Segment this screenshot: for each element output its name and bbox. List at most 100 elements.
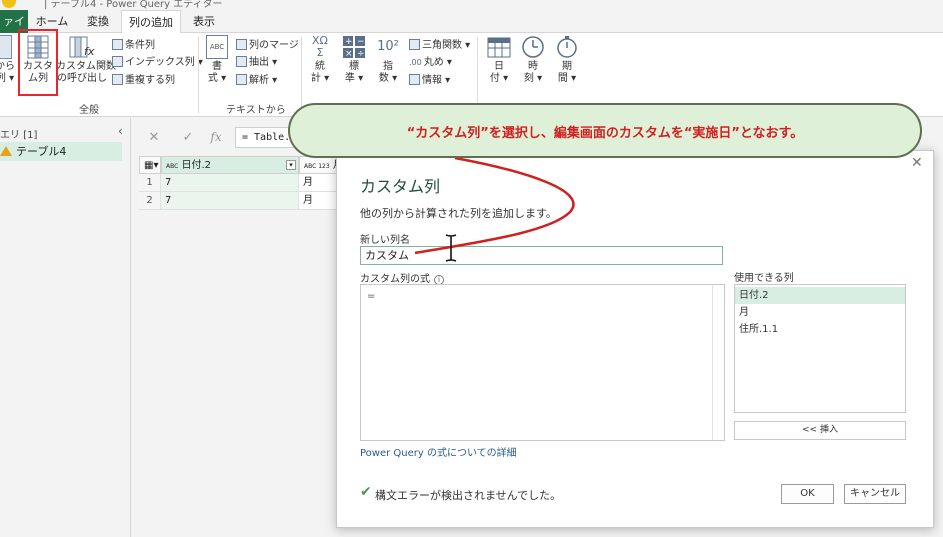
index-column-button[interactable]: インデックス列 ▾ bbox=[112, 55, 203, 70]
window-title: | テーブル4 - Power Query エディター bbox=[44, 0, 223, 10]
information-label: 情報 ▾ bbox=[422, 75, 451, 86]
parse-button[interactable]: 解析 ▾ bbox=[236, 73, 277, 88]
new-column-name-label: 新しい列名 bbox=[360, 235, 410, 246]
rounding-icon: .00 bbox=[409, 58, 422, 67]
rounding-button[interactable]: .00 丸め ▾ bbox=[409, 55, 452, 70]
merge-columns-label: 列のマージ bbox=[249, 40, 299, 51]
ribbon-tab-bar: ァイル ホーム 変換 列の追加 表示 bbox=[0, 10, 943, 51]
table-cell[interactable]: 7 bbox=[161, 174, 299, 192]
table-cell[interactable]: 7 bbox=[161, 192, 299, 210]
collapse-pane-icon[interactable]: ‹ bbox=[118, 124, 123, 138]
new-column-name-input[interactable]: カスタム bbox=[360, 246, 723, 265]
cancel-button[interactable]: キャンセル bbox=[844, 484, 906, 504]
commit-formula-icon[interactable]: ✓ bbox=[177, 127, 199, 148]
information-button[interactable]: 情報 ▾ bbox=[409, 73, 450, 88]
triangle-icon bbox=[409, 39, 420, 50]
time-label: 時 刻 ▾ bbox=[523, 61, 543, 84]
column-header-date2[interactable]: ABC 日付.2 ▾ bbox=[161, 156, 299, 174]
title-bar: | テーブル4 - Power Query エディター bbox=[0, 0, 943, 10]
column-header-label: 日付.2 bbox=[181, 160, 212, 171]
index-column-label: インデックス列 ▾ bbox=[125, 57, 203, 68]
duplicate-column-label: 重複する列 bbox=[125, 75, 175, 86]
duration-button[interactable]: 期 間 ▾ bbox=[553, 35, 581, 85]
column-from-examples-icon bbox=[0, 35, 12, 59]
conditional-column-icon bbox=[112, 39, 123, 50]
available-column-item[interactable]: 日付.2 bbox=[735, 287, 905, 304]
invoke-custom-function-label: カスタム関数 の呼び出し bbox=[56, 61, 116, 84]
stopwatch-icon bbox=[557, 36, 577, 58]
available-column-item[interactable]: 月 bbox=[735, 304, 905, 321]
statistics-button[interactable]: XΩ Σ 統 計 ▾ bbox=[306, 35, 334, 85]
callout-text: “カスタム列”を選択し、編集画面のカスタムを“実施日”となおす。 bbox=[406, 126, 804, 141]
invoke-custom-function-button[interactable]: fx カスタム関数 の呼び出し bbox=[56, 35, 116, 85]
tab-transform[interactable]: 変換 bbox=[78, 10, 118, 33]
date-label: 日 付 ▾ bbox=[489, 61, 509, 84]
standard-operations-icon: + − × ÷ bbox=[343, 36, 365, 59]
cancel-formula-icon[interactable]: ✕ bbox=[143, 127, 165, 148]
merge-columns-icon bbox=[236, 39, 247, 50]
index-column-icon bbox=[112, 56, 123, 67]
query-item-table4[interactable]: テーブル4 bbox=[0, 142, 122, 161]
filter-dropdown-icon[interactable]: ▾ bbox=[286, 160, 296, 170]
invoke-function-icon: fx bbox=[69, 36, 95, 58]
parse-label: 解析 ▾ bbox=[249, 75, 278, 86]
trigonometry-label: 三角関数 ▾ bbox=[422, 40, 471, 51]
queries-pane-header: エリ [1] bbox=[0, 130, 38, 141]
formula-label: カスタム列の式 i bbox=[360, 270, 444, 285]
column-from-examples-label: から 列 ▾ bbox=[0, 61, 15, 84]
ok-button[interactable]: OK bbox=[781, 484, 834, 504]
parse-icon bbox=[236, 74, 247, 85]
table-menu-icon[interactable]: ▦▾ bbox=[139, 156, 161, 174]
svg-text:fx: fx bbox=[84, 45, 95, 58]
group-label-text: テキストから bbox=[226, 105, 286, 116]
statistics-icon: XΩ Σ bbox=[312, 34, 328, 59]
extract-button[interactable]: 抽出 ▾ bbox=[236, 55, 277, 70]
row-number: 1 bbox=[139, 174, 161, 192]
scientific-label: 指 数 ▾ bbox=[378, 61, 398, 84]
date-button[interactable]: 日 付 ▾ bbox=[485, 35, 513, 85]
clock-icon bbox=[522, 36, 544, 58]
learn-more-link[interactable]: Power Query の式についての詳細 bbox=[360, 444, 517, 459]
available-column-item[interactable]: 住所.1.1 bbox=[735, 321, 905, 338]
svg-text:×: × bbox=[345, 49, 353, 59]
data-grid: ▦▾ ABC 日付.2 ▾ ABC 123 月 1 7 月 2 7 月 bbox=[139, 156, 349, 212]
custom-column-highlight bbox=[18, 29, 58, 96]
time-button[interactable]: 時 刻 ▾ bbox=[519, 35, 547, 85]
tab-add-column[interactable]: 列の追加 bbox=[121, 10, 181, 34]
formula-scrollbar[interactable] bbox=[712, 285, 725, 440]
fx-icon[interactable]: fx bbox=[205, 127, 227, 148]
scientific-button[interactable]: 10² 指 数 ▾ bbox=[374, 35, 402, 85]
column-from-examples-button[interactable]: から 列 ▾ bbox=[0, 35, 16, 85]
close-icon[interactable]: ✕ bbox=[911, 155, 923, 171]
merge-columns-button[interactable]: 列のマージ bbox=[236, 38, 299, 53]
svg-text:+: + bbox=[345, 37, 353, 47]
column-type-icon: ABC 123 bbox=[304, 163, 330, 170]
warning-icon bbox=[0, 146, 12, 156]
standard-button[interactable]: + − × ÷ 標 準 ▾ bbox=[340, 35, 368, 85]
format-icon: ABC bbox=[206, 35, 228, 59]
ribbon-divider bbox=[477, 37, 478, 113]
trigonometry-button[interactable]: 三角関数 ▾ bbox=[409, 38, 470, 53]
available-columns-label: 使用できる列 bbox=[734, 273, 794, 284]
text-cursor-icon bbox=[445, 234, 457, 262]
queries-pane: エリ [1] ‹ テーブル4 bbox=[0, 118, 131, 537]
ribbon-divider bbox=[198, 37, 199, 113]
svg-text:−: − bbox=[357, 37, 365, 47]
scientific-icon: 10² bbox=[377, 39, 399, 54]
available-columns-list: 日付.2 月 住所.1.1 bbox=[734, 284, 906, 413]
format-button[interactable]: ABC 書 式 ▾ bbox=[203, 35, 231, 85]
tab-view[interactable]: 表示 bbox=[186, 10, 222, 33]
group-label-general: 全般 bbox=[79, 105, 99, 116]
statistics-label: 統 計 ▾ bbox=[310, 61, 330, 84]
smiley-feedback-icon[interactable] bbox=[2, 0, 16, 8]
row-number: 2 bbox=[139, 192, 161, 210]
conditional-column-button[interactable]: 条件列 bbox=[112, 38, 155, 53]
column-type-icon: ABC bbox=[166, 163, 179, 170]
standard-label: 標 準 ▾ bbox=[344, 61, 364, 84]
extract-icon bbox=[236, 56, 247, 67]
dialog-subtitle: 他の列から計算された列を追加します。 bbox=[360, 207, 557, 220]
custom-column-dialog: ✕ カスタム列 他の列から計算された列を追加します。 新しい列名 カスタム カス… bbox=[336, 150, 934, 528]
custom-column-formula-input[interactable]: = bbox=[360, 284, 725, 441]
insert-button[interactable]: << 挿入 bbox=[734, 421, 906, 440]
duplicate-column-button[interactable]: 重複する列 bbox=[112, 73, 175, 88]
